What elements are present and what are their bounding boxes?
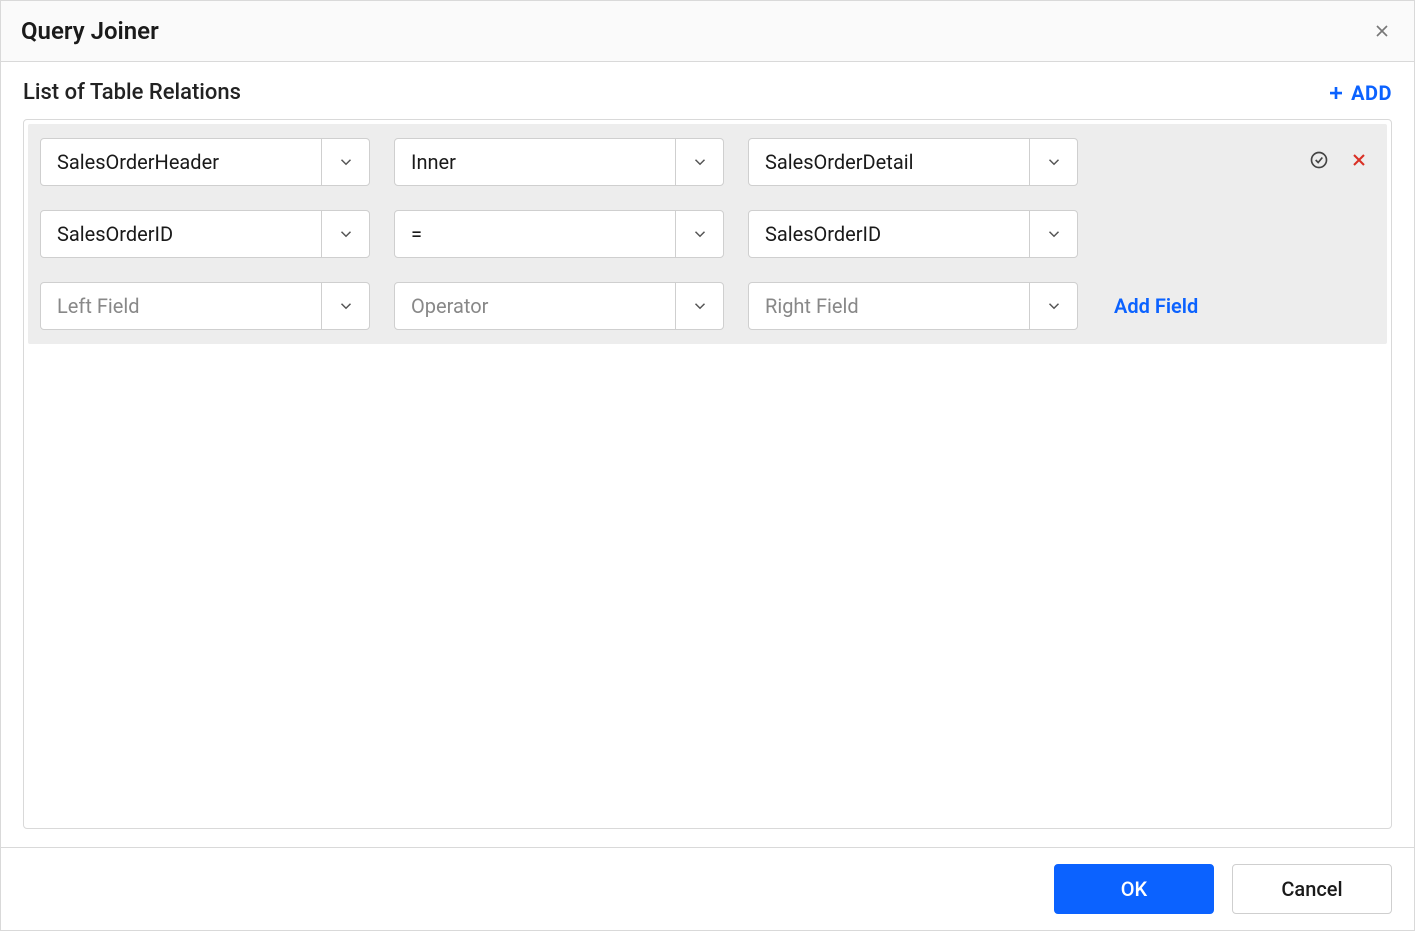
chevron-down-icon xyxy=(337,297,355,315)
right-field-placeholder: Right Field xyxy=(749,283,1029,329)
chevron-down-icon xyxy=(337,225,355,243)
right-table-toggle[interactable] xyxy=(1029,139,1077,185)
condition-row-empty: Left Field Operator Right Field xyxy=(40,282,1375,330)
condition-row: SalesOrderID = SalesOrderID xyxy=(40,210,1375,258)
plus-icon xyxy=(1327,84,1345,102)
right-field-select-empty[interactable]: Right Field xyxy=(748,282,1078,330)
join-type-value: Inner xyxy=(395,139,675,185)
add-relation-button[interactable]: ADD xyxy=(1327,81,1392,105)
left-field-toggle[interactable] xyxy=(321,211,369,257)
left-field-toggle-empty[interactable] xyxy=(321,283,369,329)
dialog-body: List of Table Relations ADD SalesOrderHe… xyxy=(1,62,1414,847)
dialog-title: Query Joiner xyxy=(21,17,159,45)
delete-relation-button[interactable] xyxy=(1349,150,1369,174)
join-type-select[interactable]: Inner xyxy=(394,138,724,186)
chevron-down-icon xyxy=(337,153,355,171)
right-field-select[interactable]: SalesOrderID xyxy=(748,210,1078,258)
add-relation-label: ADD xyxy=(1351,81,1392,105)
section-header: List of Table Relations ADD xyxy=(23,80,1392,105)
chevron-down-icon xyxy=(1045,297,1063,315)
relation-tables-row: SalesOrderHeader Inner SalesOrderDetail xyxy=(40,138,1375,186)
dialog-footer: OK Cancel xyxy=(1,847,1414,930)
query-joiner-dialog: Query Joiner List of Table Relations ADD xyxy=(0,0,1415,931)
add-field-button[interactable]: Add Field xyxy=(1114,294,1198,318)
right-field-toggle-empty[interactable] xyxy=(1029,283,1077,329)
left-field-value: SalesOrderID xyxy=(41,211,321,257)
operator-placeholder: Operator xyxy=(395,283,675,329)
close-icon xyxy=(1349,150,1369,170)
left-field-select-empty[interactable]: Left Field xyxy=(40,282,370,330)
join-type-toggle[interactable] xyxy=(675,139,723,185)
left-field-placeholder: Left Field xyxy=(41,283,321,329)
status-ok-icon xyxy=(1309,150,1329,174)
left-table-toggle[interactable] xyxy=(321,139,369,185)
relation-actions xyxy=(1309,150,1369,174)
cancel-button[interactable]: Cancel xyxy=(1232,864,1392,914)
operator-toggle[interactable] xyxy=(675,211,723,257)
operator-select-empty[interactable]: Operator xyxy=(394,282,724,330)
right-field-toggle[interactable] xyxy=(1029,211,1077,257)
chevron-down-icon xyxy=(691,153,709,171)
left-field-select[interactable]: SalesOrderID xyxy=(40,210,370,258)
right-table-value: SalesOrderDetail xyxy=(749,139,1029,185)
close-icon xyxy=(1372,21,1392,41)
right-field-value: SalesOrderID xyxy=(749,211,1029,257)
left-table-value: SalesOrderHeader xyxy=(41,139,321,185)
relation-block: SalesOrderHeader Inner SalesOrderDetail xyxy=(28,124,1387,344)
left-table-select[interactable]: SalesOrderHeader xyxy=(40,138,370,186)
dialog-header: Query Joiner xyxy=(1,1,1414,62)
chevron-down-icon xyxy=(691,225,709,243)
ok-button[interactable]: OK xyxy=(1054,864,1214,914)
chevron-down-icon xyxy=(1045,225,1063,243)
chevron-down-icon xyxy=(691,297,709,315)
relations-container: SalesOrderHeader Inner SalesOrderDetail xyxy=(23,119,1392,829)
section-title: List of Table Relations xyxy=(23,80,241,105)
operator-toggle-empty[interactable] xyxy=(675,283,723,329)
close-button[interactable] xyxy=(1370,19,1394,43)
operator-select[interactable]: = xyxy=(394,210,724,258)
chevron-down-icon xyxy=(1045,153,1063,171)
right-table-select[interactable]: SalesOrderDetail xyxy=(748,138,1078,186)
operator-value: = xyxy=(395,211,675,257)
